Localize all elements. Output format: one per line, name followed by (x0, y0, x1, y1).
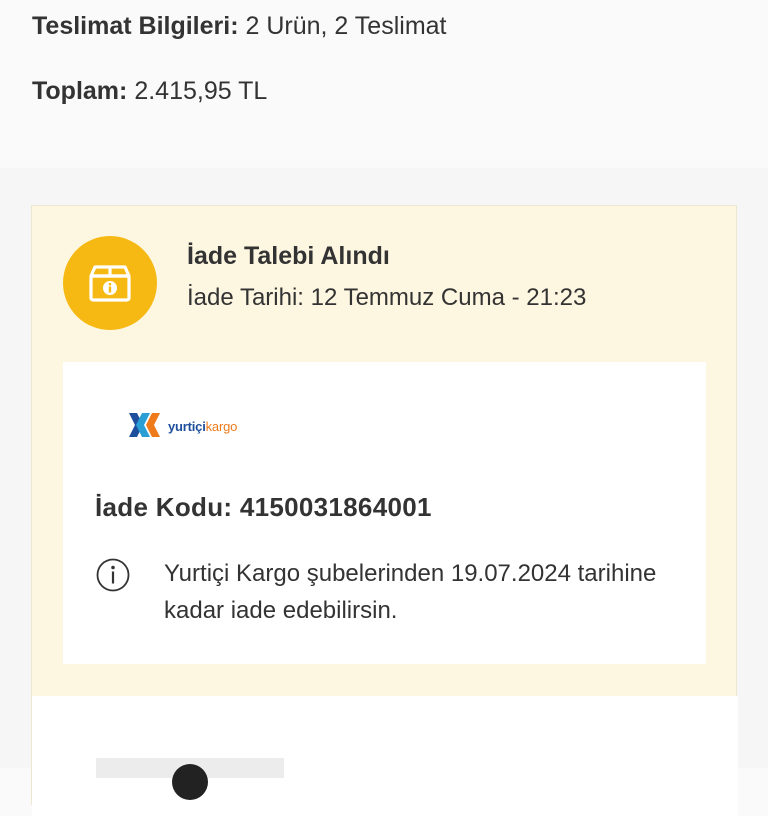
return-details-box: yurtiçikargo İade Kodu: 4150031864001 Yu… (63, 362, 706, 664)
return-status-title: İade Talebi Alındı (187, 242, 390, 270)
order-total-label: Toplam: (32, 77, 128, 105)
yurtici-kargo-logo (129, 413, 160, 437)
delivery-info-label: Teslimat Bilgileri: (32, 12, 239, 40)
info-circle-icon (96, 558, 130, 592)
delivery-info-value: 2 Urün, 2 Teslimat (245, 12, 447, 40)
carrier-wordmark-part1: yurtiçi (168, 418, 206, 434)
delivery-info: Teslimat Bilgileri: 2 Urün, 2 Teslimat (32, 12, 447, 41)
carrier-wordmark-part2: kargo (205, 418, 238, 434)
carrier-logo: yurtiçikargo (127, 409, 237, 443)
order-summary: Teslimat Bilgileri: 2 Urün, 2 Teslimat T… (0, 0, 768, 168)
package-info-icon (63, 236, 157, 330)
return-date: İade Tarihi: 12 Temmuz Cuma - 21:23 (187, 284, 587, 311)
order-total-value: 2.415,95 TL (134, 77, 268, 105)
order-total: Toplam: 2.415,95 TL (32, 77, 267, 106)
returned-product-row[interactable] (32, 696, 738, 816)
return-deadline-info: Yurtiçi Kargo şubelerinden 19.07.2024 ta… (164, 560, 657, 624)
return-status-card: İade Talebi Alındı İade Tarihi: 12 Temmu… (31, 205, 738, 816)
carrier-wordmark: yurtiçikargo (168, 419, 237, 434)
product-image (96, 758, 284, 800)
return-code: İade Kodu: 4150031864001 (95, 492, 432, 522)
product-image-content (172, 764, 208, 800)
